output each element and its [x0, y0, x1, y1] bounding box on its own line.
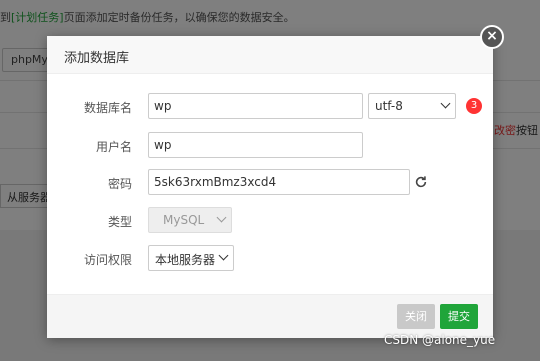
db-name-input[interactable]: wp [148, 93, 363, 119]
submit-button[interactable]: 提交 [440, 304, 478, 329]
access-value: 本地服务器 [155, 253, 216, 267]
close-icon[interactable]: × [480, 25, 504, 49]
type-value: MySQL [163, 213, 205, 227]
notification-badge: 3 [466, 98, 482, 114]
watermark: CSDN @alone_yue [384, 333, 496, 347]
username-label: 用户名 [95, 140, 132, 154]
access-select[interactable]: 本地服务器 [148, 245, 234, 271]
dialog-title: 添加数据库 [47, 36, 493, 74]
chevron-down-icon [218, 250, 229, 261]
charset-value: utf-8 [375, 99, 403, 113]
add-database-dialog: 添加数据库 数据库名 wp utf-8 3 用户名 wp 密码 5sk63rxm… [47, 36, 493, 338]
type-select: MySQL [148, 207, 232, 233]
close-button[interactable]: 关闭 [397, 304, 435, 329]
refresh-icon[interactable] [414, 175, 428, 189]
chevron-down-icon [440, 98, 451, 109]
db-name-row: 数据库名 wp utf-8 3 [47, 93, 493, 119]
charset-select[interactable]: utf-8 [368, 93, 456, 119]
db-name-label: 数据库名 [83, 101, 132, 115]
type-row: 类型 MySQL [47, 207, 493, 233]
type-label: 类型 [107, 215, 132, 229]
password-row: 密码 5sk63rxmBmz3xcd4 [47, 169, 493, 195]
password-input[interactable]: 5sk63rxmBmz3xcd4 [148, 169, 410, 195]
username-row: 用户名 wp [47, 132, 493, 158]
dialog-footer: 关闭 提交 [47, 294, 493, 338]
chevron-down-icon [216, 212, 227, 223]
access-label: 访问权限 [83, 253, 132, 267]
access-row: 访问权限 本地服务器 [47, 245, 493, 271]
username-input[interactable]: wp [148, 132, 363, 158]
password-label: 密码 [107, 177, 132, 191]
